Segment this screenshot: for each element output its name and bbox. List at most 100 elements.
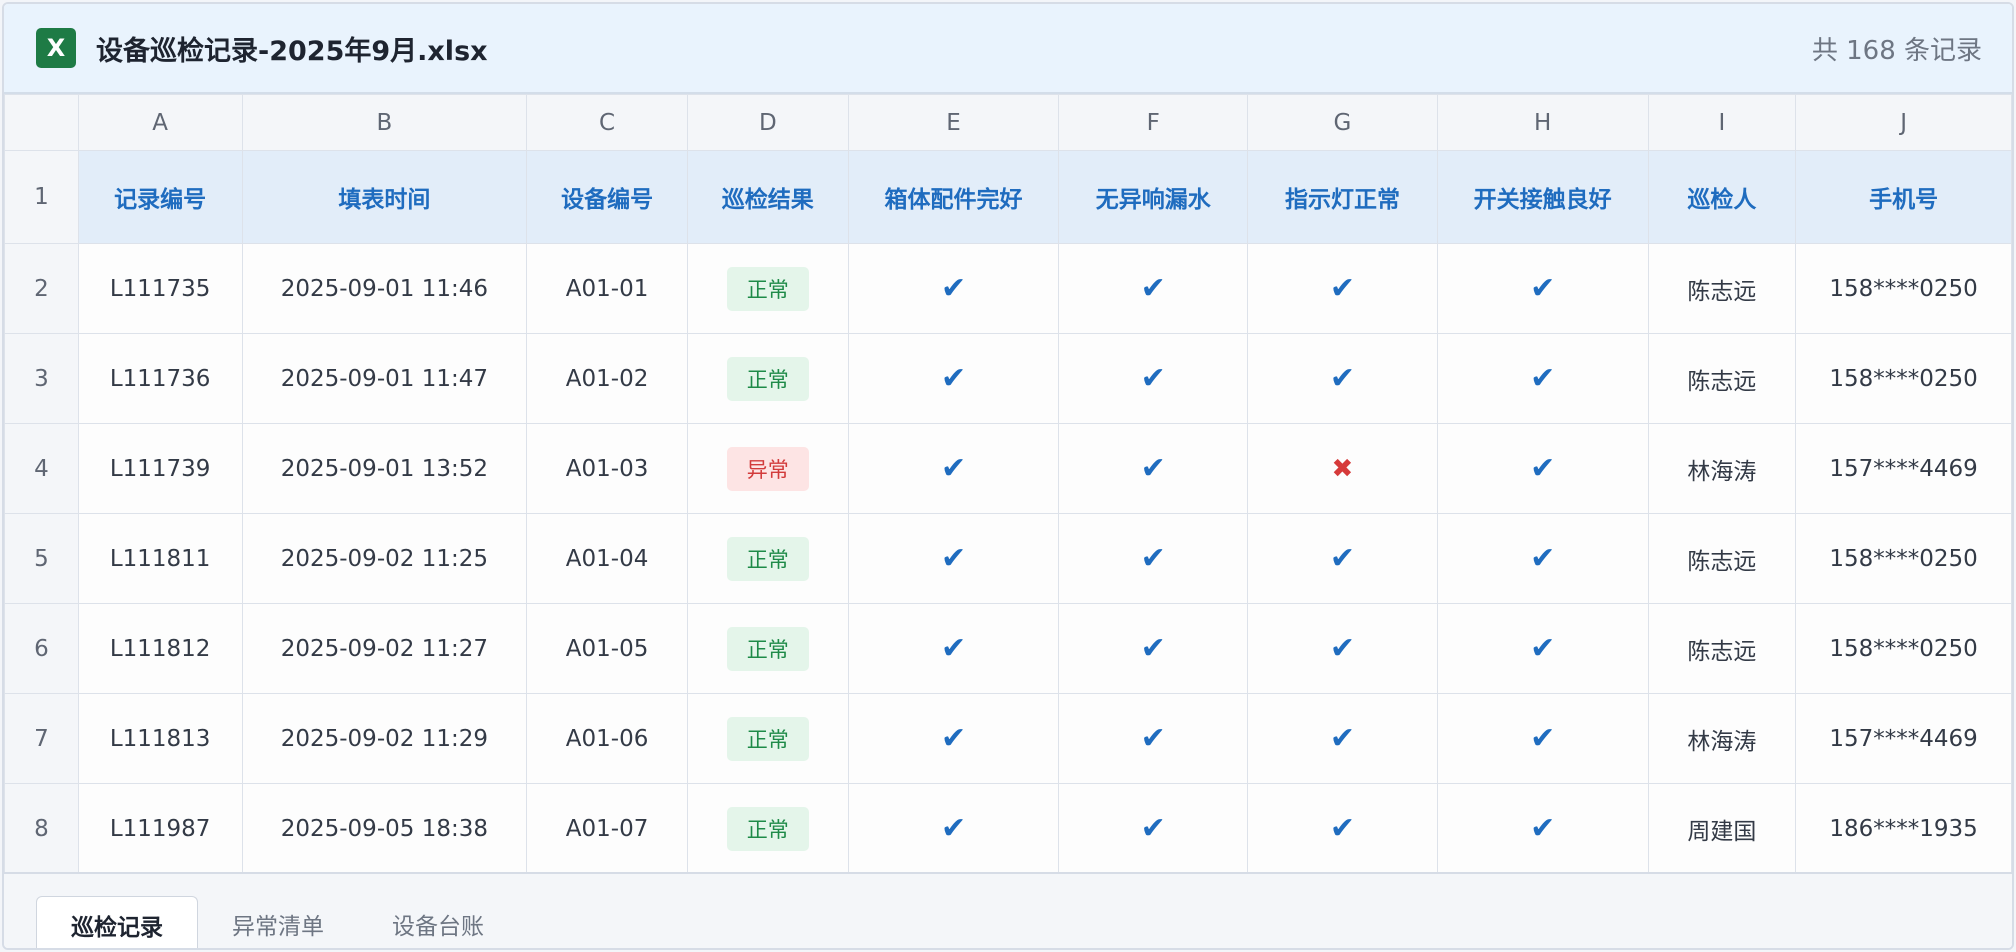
fill-time-cell[interactable]: 2025-09-01 11:47: [241, 333, 528, 424]
row-number[interactable]: 5: [4, 513, 79, 604]
inspector-cell[interactable]: 周建国: [1647, 783, 1797, 874]
record-id-cell[interactable]: L111987: [77, 783, 243, 874]
header-cell[interactable]: 巡检人: [1647, 150, 1797, 244]
check-cell[interactable]: ✔: [1436, 513, 1649, 604]
check-cell[interactable]: ✔: [1247, 693, 1438, 784]
sheet-tab-2[interactable]: 异常清单: [198, 896, 358, 948]
header-cell[interactable]: 开关接触良好: [1436, 150, 1649, 244]
record-id-cell[interactable]: L111735: [77, 243, 243, 334]
check-cell[interactable]: ✔: [847, 603, 1060, 694]
column-letter-f[interactable]: F: [1058, 94, 1249, 151]
check-cell[interactable]: ✔: [847, 783, 1060, 874]
device-id-cell[interactable]: A01-03: [526, 423, 688, 514]
row-number[interactable]: 8: [4, 783, 79, 874]
record-id-cell[interactable]: L111736: [77, 333, 243, 424]
check-cell[interactable]: ✔: [1058, 243, 1249, 334]
inspector-cell[interactable]: 陈志远: [1647, 513, 1797, 604]
record-id-cell[interactable]: L111739: [77, 423, 243, 514]
inspector-cell[interactable]: 陈志远: [1647, 333, 1797, 424]
device-id-cell[interactable]: A01-07: [526, 783, 688, 874]
check-cell[interactable]: ✔: [847, 243, 1060, 334]
check-cell[interactable]: ✔: [1247, 243, 1438, 334]
device-id-cell[interactable]: A01-01: [526, 243, 688, 334]
phone-cell[interactable]: 158****0250: [1795, 333, 2012, 424]
inspector-cell[interactable]: 陈志远: [1647, 603, 1797, 694]
fill-time-cell[interactable]: 2025-09-01 11:46: [241, 243, 528, 334]
check-cell[interactable]: ✔: [1436, 423, 1649, 514]
device-id-cell[interactable]: A01-05: [526, 603, 688, 694]
column-letter-e[interactable]: E: [847, 94, 1060, 151]
header-cell[interactable]: 记录编号: [77, 150, 243, 244]
device-id-cell[interactable]: A01-02: [526, 333, 688, 424]
result-cell[interactable]: 正常: [686, 243, 849, 334]
header-cell[interactable]: 手机号: [1795, 150, 2012, 244]
column-letter-g[interactable]: G: [1247, 94, 1438, 151]
check-cell[interactable]: ✔: [1058, 513, 1249, 604]
check-cell[interactable]: ✔: [1436, 243, 1649, 334]
check-cell[interactable]: ✔: [847, 423, 1060, 514]
result-cell[interactable]: 正常: [686, 693, 849, 784]
column-letter-i[interactable]: I: [1647, 94, 1797, 151]
row-number[interactable]: 3: [4, 333, 79, 424]
header-cell[interactable]: 无异响漏水: [1058, 150, 1249, 244]
header-cell[interactable]: 设备编号: [526, 150, 688, 244]
inspector-cell[interactable]: 林海涛: [1647, 423, 1797, 514]
header-cell[interactable]: 巡检结果: [686, 150, 849, 244]
column-letter-c[interactable]: C: [526, 94, 688, 151]
column-letter-d[interactable]: D: [686, 94, 849, 151]
phone-cell[interactable]: 158****0250: [1795, 243, 2012, 334]
check-cell[interactable]: ✔: [1436, 693, 1649, 784]
sheet-tab-1[interactable]: 巡检记录: [36, 896, 198, 948]
check-cell[interactable]: ✔: [1247, 783, 1438, 874]
check-cell[interactable]: ✔: [1247, 333, 1438, 424]
device-id-cell[interactable]: A01-06: [526, 693, 688, 784]
fill-time-cell[interactable]: 2025-09-01 13:52: [241, 423, 528, 514]
check-cell[interactable]: ✔: [1058, 603, 1249, 694]
fill-time-cell[interactable]: 2025-09-02 11:29: [241, 693, 528, 784]
fill-time-cell[interactable]: 2025-09-02 11:27: [241, 603, 528, 694]
select-all-corner[interactable]: [4, 94, 79, 151]
inspector-cell[interactable]: 林海涛: [1647, 693, 1797, 784]
check-cell[interactable]: ✔: [847, 693, 1060, 784]
check-cell[interactable]: ✔: [1247, 603, 1438, 694]
fill-time-cell[interactable]: 2025-09-02 11:25: [241, 513, 528, 604]
result-cell[interactable]: 异常: [686, 423, 849, 514]
check-cell[interactable]: ✔: [1436, 603, 1649, 694]
sheet-tab-3[interactable]: 设备台账: [358, 896, 518, 948]
row-number[interactable]: 4: [4, 423, 79, 514]
inspector-cell[interactable]: 陈志远: [1647, 243, 1797, 334]
header-cell[interactable]: 箱体配件完好: [847, 150, 1060, 244]
check-cell[interactable]: ✔: [1058, 693, 1249, 784]
column-letter-h[interactable]: H: [1436, 94, 1649, 151]
header-cell[interactable]: 填表时间: [241, 150, 528, 244]
column-letter-j[interactable]: J: [1795, 94, 2012, 151]
check-cell[interactable]: ✔: [1058, 783, 1249, 874]
check-cell[interactable]: ✔: [1247, 513, 1438, 604]
check-cell[interactable]: ✔: [1058, 423, 1249, 514]
phone-cell[interactable]: 157****4469: [1795, 693, 2012, 784]
row-number[interactable]: 6: [4, 603, 79, 694]
record-id-cell[interactable]: L111812: [77, 603, 243, 694]
phone-cell[interactable]: 158****0250: [1795, 603, 2012, 694]
check-cell[interactable]: ✔: [1058, 333, 1249, 424]
phone-cell[interactable]: 186****1935: [1795, 783, 2012, 874]
result-cell[interactable]: 正常: [686, 603, 849, 694]
fill-time-cell[interactable]: 2025-09-05 18:38: [241, 783, 528, 874]
result-cell[interactable]: 正常: [686, 513, 849, 604]
header-cell[interactable]: 指示灯正常: [1247, 150, 1438, 244]
row-number[interactable]: 7: [4, 693, 79, 784]
result-cell[interactable]: 正常: [686, 333, 849, 424]
record-id-cell[interactable]: L111811: [77, 513, 243, 604]
column-letter-a[interactable]: A: [77, 94, 243, 151]
phone-cell[interactable]: 157****4469: [1795, 423, 2012, 514]
row-number[interactable]: 1: [4, 150, 79, 244]
check-cell[interactable]: ✔: [1436, 783, 1649, 874]
column-letter-b[interactable]: B: [241, 94, 528, 151]
check-cell[interactable]: ✔: [847, 513, 1060, 604]
check-cell[interactable]: ✔: [1436, 333, 1649, 424]
phone-cell[interactable]: 158****0250: [1795, 513, 2012, 604]
check-cell[interactable]: ✔: [847, 333, 1060, 424]
record-id-cell[interactable]: L111813: [77, 693, 243, 784]
result-cell[interactable]: 正常: [686, 783, 849, 874]
row-number[interactable]: 2: [4, 243, 79, 334]
